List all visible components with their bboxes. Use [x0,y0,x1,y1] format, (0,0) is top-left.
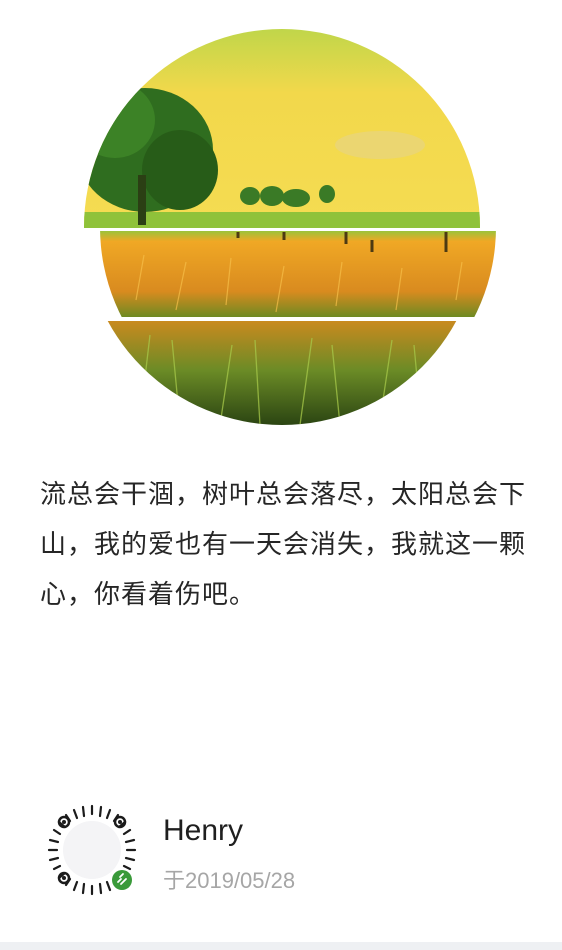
link-badge-icon [112,870,132,890]
post-date: 于2019/05/28 [163,868,296,893]
author-row: Henry 于2019/05/28 [42,800,522,910]
bottom-divider [0,942,562,950]
post-card: 流总会干涸，树叶总会落尽，太阳总会下山，我的爱也有一天会消失，我就这一颗心，你看… [0,0,562,942]
post-quote: 流总会干涸，树叶总会落尽，太阳总会下山，我的爱也有一天会消失，我就这一颗心，你看… [40,480,527,610]
author-name: Henry [163,814,244,847]
mini-program-code-icon[interactable] [42,800,142,900]
cover-image [60,29,510,425]
